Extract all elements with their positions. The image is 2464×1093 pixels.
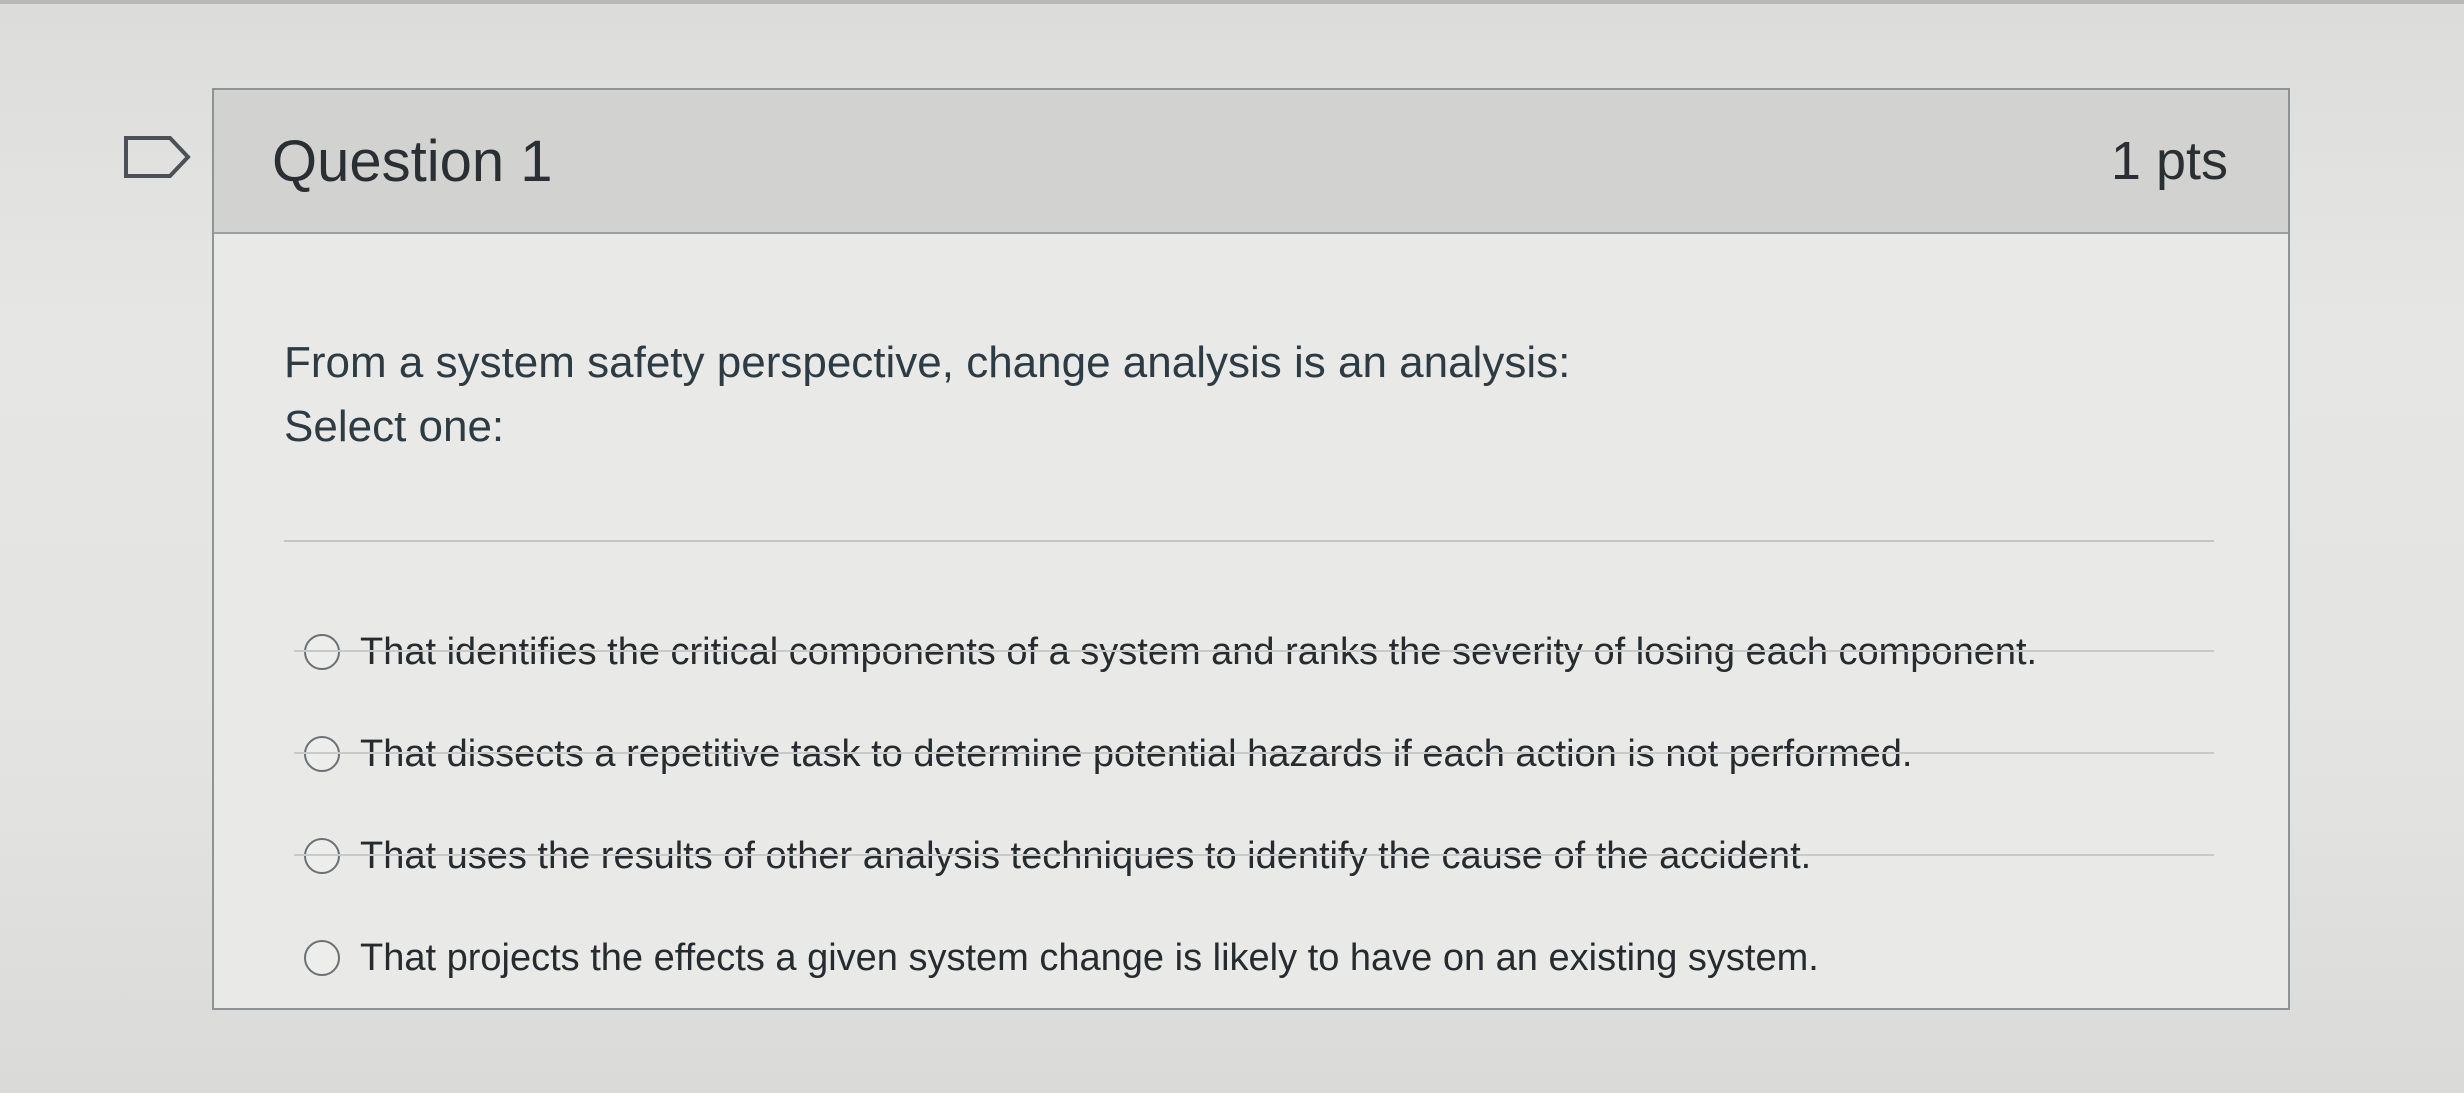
answer-option-3[interactable]: That uses the results of other analysis … — [304, 806, 2204, 906]
radio-button[interactable] — [304, 736, 340, 772]
flag-question-icon[interactable] — [122, 135, 192, 179]
radio-button[interactable] — [304, 634, 340, 670]
answer-divider — [294, 650, 2214, 652]
answers-divider — [284, 540, 2214, 542]
answer-label: That dissects a repetitive task to deter… — [360, 732, 1913, 775]
answer-option-4[interactable]: That projects the effects a given system… — [304, 908, 2204, 1008]
answer-label: That identifies the critical components … — [360, 630, 2038, 673]
answer-divider — [294, 854, 2214, 856]
answer-divider — [294, 752, 2214, 754]
select-one-prompt: Select one: — [284, 402, 505, 451]
answer-option-2[interactable]: That dissects a repetitive task to deter… — [304, 704, 2204, 804]
question-text: From a system safety perspective, change… — [284, 338, 1571, 387]
answer-option-1[interactable]: That identifies the critical components … — [304, 602, 2204, 702]
question-header: Question 1 1 pts — [214, 90, 2288, 234]
answer-label: That uses the results of other analysis … — [360, 834, 1812, 877]
question-points: 1 pts — [2110, 131, 2228, 191]
answer-label: That projects the effects a given system… — [360, 936, 1819, 979]
top-border-strip — [0, 0, 2464, 4]
radio-button[interactable] — [304, 838, 340, 874]
radio-button[interactable] — [304, 940, 340, 976]
question-title: Question 1 — [272, 129, 553, 194]
question-card: Question 1 1 pts From a system safety pe… — [212, 88, 2290, 1010]
